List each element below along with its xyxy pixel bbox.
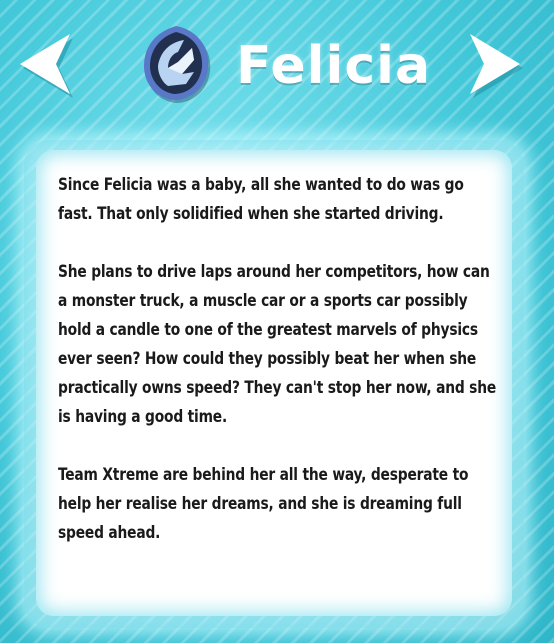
next-character-button[interactable] [458,28,528,100]
character-description: Since Felicia was a baby, all she wanted… [58,170,497,547]
description-paragraph: She plans to drive laps around her compe… [58,262,497,426]
description-paragraph: Since Felicia was a baby, all she wanted… [58,175,464,223]
chevron-right-icon [470,34,523,98]
previous-character-button[interactable] [12,28,82,100]
description-paragraph: Team Xtreme are behind her all the way, … [58,465,469,542]
team-xtreme-emblem-icon [138,22,214,104]
chevron-left-icon [20,34,73,98]
character-header: Felicia [0,0,554,130]
character-name: Felicia [236,36,432,96]
